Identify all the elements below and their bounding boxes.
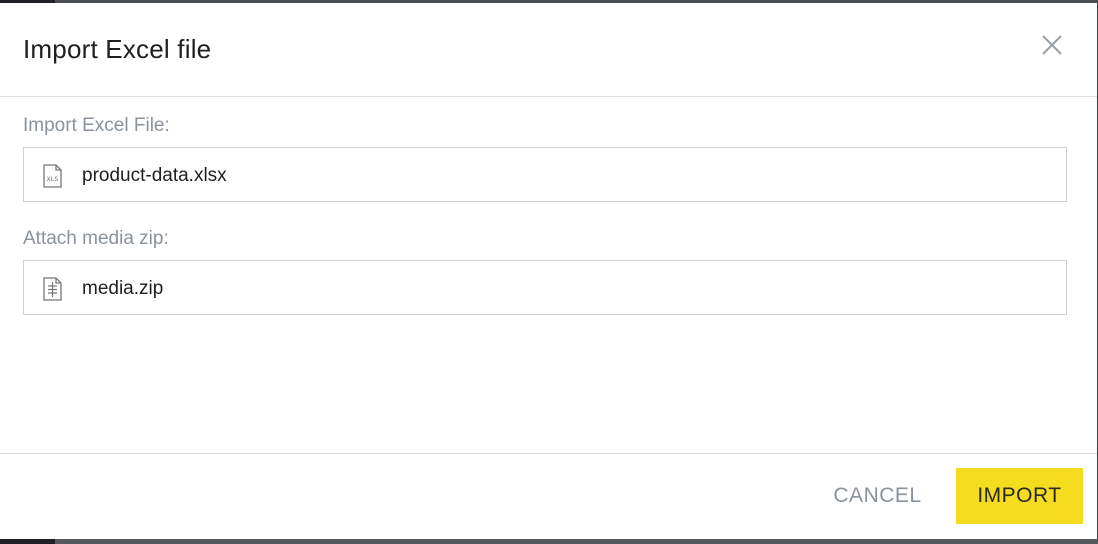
close-icon <box>1042 35 1062 55</box>
excel-file-input[interactable]: XLS product-data.xlsx <box>23 147 1067 202</box>
svg-text:XLS: XLS <box>47 175 59 183</box>
media-zip-label: Attach media zip: <box>23 228 169 249</box>
dialog-footer: CANCEL IMPORT <box>0 453 1097 540</box>
backdrop-bottom <box>0 539 1098 544</box>
dialog-title: Import Excel file <box>23 34 212 64</box>
excel-file-name: product-data.xlsx <box>82 165 227 186</box>
excel-file-label: Import Excel File: <box>23 115 170 136</box>
import-excel-dialog: Import Excel file Import Excel File: XLS… <box>0 3 1097 539</box>
backdrop-dark-strip <box>0 539 55 544</box>
cancel-button[interactable]: CANCEL <box>815 468 940 524</box>
dialog-header: Import Excel file <box>0 3 1097 97</box>
xls-file-icon: XLS <box>41 164 63 188</box>
media-zip-name: media.zip <box>82 278 164 299</box>
close-button[interactable] <box>1037 30 1067 60</box>
zip-file-icon <box>41 277 63 301</box>
import-button[interactable]: IMPORT <box>956 468 1083 524</box>
media-zip-input[interactable]: media.zip <box>23 260 1067 315</box>
